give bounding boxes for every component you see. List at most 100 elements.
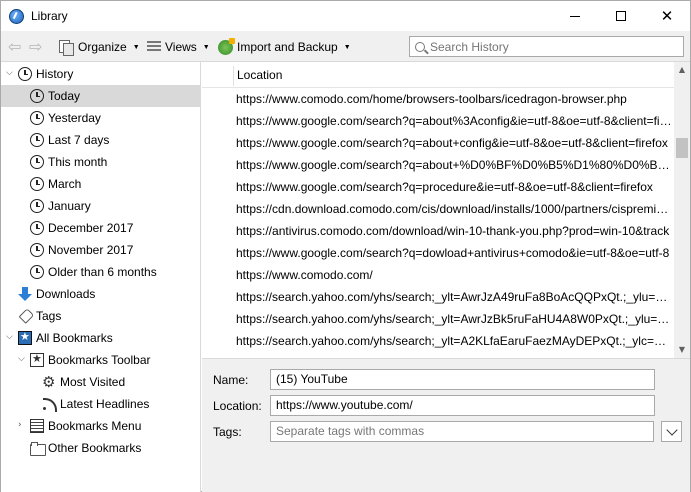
window-title: Library [31,9,68,23]
sidebar-item-label: December 2017 [48,221,134,235]
scroll-up-icon[interactable]: ▲ [674,62,690,78]
download-icon [18,287,32,301]
sidebar-item-yesterday[interactable]: Yesterday [1,107,200,129]
sidebar-item-label: Bookmarks Menu [48,419,142,433]
rss-icon [42,397,57,412]
sidebar-item-label: November 2017 [48,243,134,257]
sidebar-item-label: Yesterday [48,111,101,125]
sidebar-item-label: Tags [36,309,62,323]
table-row[interactable]: https://www.google.com/search?q=dowload+… [236,242,672,264]
tags-dropdown-button[interactable] [661,421,682,442]
sidebar-item-this-month[interactable]: This month [1,151,200,173]
import-label: Import and Backup [237,40,338,54]
clock-icon [30,133,44,147]
tag-icon [15,306,35,326]
table-row[interactable]: https://antivirus.comodo.com/download/wi… [236,220,672,242]
sidebar-tree: ⌵ History Today Yesterday Last 7 days This mo… [1,62,201,492]
scrollbar-thumb[interactable] [676,138,688,158]
sidebar-item-label: March [48,177,82,191]
close-button[interactable]: ✕ [644,1,690,31]
location-field[interactable]: https://www.youtube.com/ [270,395,655,416]
organize-label: Organize [78,40,127,54]
table-row[interactable]: https://search.yahoo.com/yhs/search;_ylt… [236,330,672,352]
sidebar-item-label: Last 7 days [48,133,110,147]
sidebar-item-november-2017[interactable]: November 2017 [1,239,200,261]
sidebar-item-all-bookmarks[interactable]: ⌵ All Bookmarks [1,327,200,349]
column-header-location: Location [237,68,283,82]
chevron-down-icon: ▼ [202,43,210,51]
clock-icon [30,221,44,235]
close-icon: ✕ [660,6,674,25]
sidebar-item-march[interactable]: March [1,173,200,195]
folder-icon [30,441,46,456]
sidebar-item-bookmarks-menu[interactable]: › Bookmarks Menu [1,415,200,437]
chevron-down-icon: ▼ [343,43,351,51]
table-row[interactable]: https://www.google.com/search?q=about+%D… [236,154,672,176]
minimize-button[interactable] [552,1,598,31]
sidebar-item-last-7-days[interactable]: Last 7 days [1,129,200,151]
search-icon [415,41,425,52]
forward-arrow-icon[interactable]: ⇨ [29,37,42,56]
table-row[interactable]: https://search.yahoo.com/yhs/search;_ylt… [236,286,672,308]
maximize-button[interactable] [598,1,644,31]
bookmarks-icon [18,330,32,345]
search-box[interactable] [409,36,684,57]
table-row[interactable]: https://www.google.com/search?q=about+co… [236,132,672,154]
location-label: Location: [213,399,262,413]
details-pane: Name: (15) YouTube Location: https://www… [202,358,690,492]
sidebar-item-tags[interactable]: Tags [1,305,200,327]
clock-icon [30,243,44,257]
sidebar-item-latest-headlines[interactable]: Latest Headlines [1,393,200,415]
clock-icon [30,89,44,103]
sidebar-item-downloads[interactable]: Downloads [1,283,200,305]
sidebar-item-label: Bookmarks Toolbar [48,353,151,367]
chevron-down-icon[interactable]: ⌵ [6,332,15,342]
sidebar-item-older-than-6-months[interactable]: Older than 6 months [1,261,200,283]
sidebar-item-label: History [36,67,74,81]
sidebar-item-label: Latest Headlines [60,397,150,411]
sidebar-item-today[interactable]: Today [1,85,200,107]
chevron-down-icon[interactable]: ⌵ [18,354,27,364]
tags-label: Tags: [213,425,242,439]
gear-icon: ⚙ [42,373,56,391]
table-row[interactable]: https://www.google.com/search?q=procedur… [236,176,672,198]
clock-icon [30,199,44,213]
clock-icon [30,111,44,125]
table-row[interactable]: https://www.comodo.com/home/browsers-too… [236,88,672,110]
column-header[interactable]: Location [202,62,674,88]
search-input[interactable] [430,39,670,54]
table-row[interactable]: https://www.comodo.com/ [236,264,672,286]
back-arrow-icon[interactable]: ⇦ [8,37,21,56]
vertical-scrollbar[interactable]: ▲ ▼ [674,62,690,358]
name-label: Name: [213,373,249,387]
import-backup-button[interactable]: Import and Backup ▼ [218,37,351,56]
sidebar-item-most-visited[interactable]: ⚙ Most Visited [1,371,200,393]
minimize-icon [570,15,580,17]
sidebar-item-history[interactable]: ⌵ History [1,63,200,85]
table-row[interactable]: https://cdn.download.comodo.com/cis/down… [236,198,672,220]
sidebar-item-label: Most Visited [60,375,126,389]
scroll-down-icon[interactable]: ▼ [674,342,690,358]
sidebar-item-other-bookmarks[interactable]: Other Bookmarks [1,437,200,459]
bookmarks-menu-icon [30,419,44,433]
sidebar-item-january[interactable]: January [1,195,200,217]
tags-field[interactable]: Separate tags with commas [270,421,654,442]
table-row[interactable]: https://www.google.com/search?q=about%3A… [236,110,672,132]
sidebar-item-label: This month [48,155,108,169]
chevron-right-icon[interactable]: › [18,420,27,430]
toolbar: ⇦ ⇨ Organize ▼ Views ▼ Import and Backup… [1,31,690,62]
sidebar-item-december-2017[interactable]: December 2017 [1,217,200,239]
clock-icon [30,177,44,191]
views-button[interactable]: Views ▼ [147,38,210,56]
table-row[interactable]: https://search.yahoo.com/yhs/search;_ylt… [236,308,672,330]
sidebar-item-label: Other Bookmarks [48,441,142,455]
name-field[interactable]: (15) YouTube [270,369,655,390]
chevron-down-icon[interactable]: ⌵ [6,68,15,78]
sidebar-item-label: January [48,199,91,213]
sidebar-item-label: All Bookmarks [36,331,113,345]
title-bar: Library ✕ [1,1,690,31]
organize-button[interactable]: Organize ▼ [59,38,140,56]
sidebar-item-bookmarks-toolbar[interactable]: ⌵ Bookmarks Toolbar [1,349,200,371]
maximize-icon [616,11,626,21]
library-window: Library ✕ ⇦ ⇨ Organize ▼ Views ▼ Import … [0,0,691,492]
